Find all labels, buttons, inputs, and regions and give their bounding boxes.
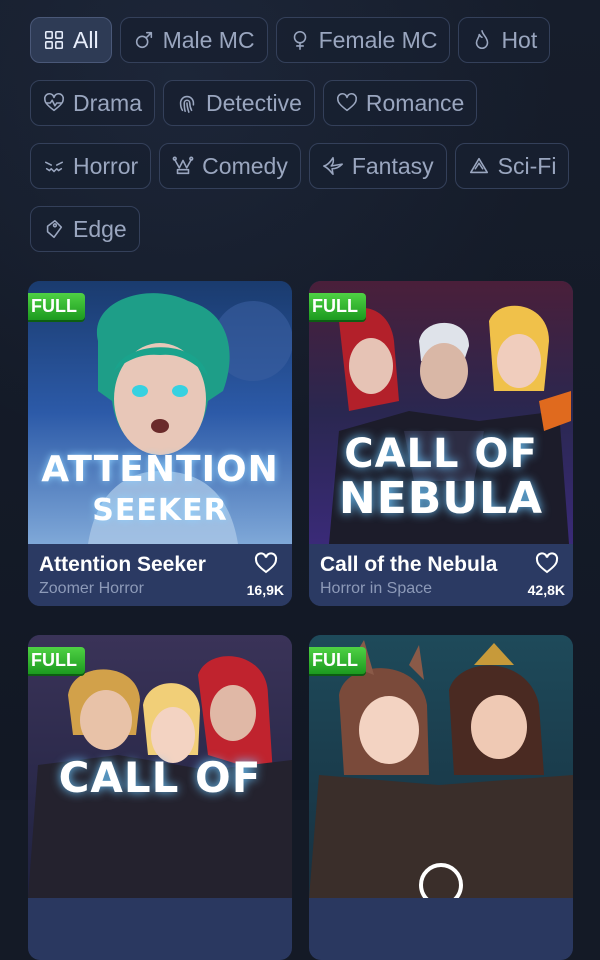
story-card[interactable]: CALL OF FULL (28, 635, 292, 960)
genre-chip-horror[interactable]: Horror (30, 143, 152, 189)
genre-chip-label: Edge (73, 215, 127, 242)
genre-chip-edge[interactable]: Edge (30, 206, 140, 252)
story-title: Call of the Nebula (320, 553, 498, 576)
genre-chip-male-mc[interactable]: Male MC (119, 17, 268, 63)
story-subtitle: Horror in Space (320, 580, 433, 597)
genre-chip-label: Drama (73, 89, 143, 116)
genre-chip-female-mc[interactable]: Female MC (275, 17, 451, 63)
cover-title-line2: SEEKER (92, 493, 228, 528)
story-subtitle: Zoomer Horror (39, 580, 144, 597)
story-card-info: Call of the Nebula Horror in Space 42,8K (309, 544, 573, 606)
genre-chip-hot[interactable]: Hot (458, 17, 551, 63)
genre-chip-label: Female MC (318, 26, 438, 53)
heart-icon[interactable] (254, 552, 278, 574)
genre-chip-label: All (73, 26, 99, 53)
story-grid: ATTENTION SEEKER FULL Attention Seeker Z… (28, 281, 573, 960)
male-icon (133, 29, 155, 51)
heartbeat-icon (43, 92, 65, 114)
female-icon (289, 29, 311, 51)
genre-chip-detective[interactable]: Detective (163, 80, 315, 126)
genre-chip-romance[interactable]: Romance (322, 80, 478, 126)
genre-chip-label: Comedy (202, 152, 288, 179)
story-card[interactable]: FULL (309, 635, 573, 960)
genre-chip-sci-fi[interactable]: Sci-Fi (454, 143, 570, 189)
likes-count: 16,9K (246, 582, 284, 598)
genre-chip-label: Horror (73, 152, 139, 179)
heart-icon[interactable] (535, 552, 559, 574)
flame-icon (471, 29, 493, 51)
story-card-attention-seeker[interactable]: ATTENTION SEEKER FULL Attention Seeker Z… (28, 281, 292, 606)
story-cover-image: CALL OF NEBULA (309, 281, 573, 544)
full-badge: FULL (28, 647, 85, 674)
genre-chip-label: Detective (206, 89, 302, 116)
grid-icon (43, 29, 65, 51)
full-badge: FULL (309, 647, 366, 674)
genre-chip-drama[interactable]: Drama (30, 80, 156, 126)
story-title: Attention Seeker (39, 553, 206, 576)
genre-chip-fantasy[interactable]: Fantasy (308, 143, 447, 189)
cover-title-line2: NEBULA (338, 473, 544, 524)
full-badge: FULL (309, 293, 366, 320)
story-card-call-of-the-nebula[interactable]: CALL OF NEBULA FULL Call of the Nebula H… (309, 281, 573, 606)
genre-chip-label: Sci-Fi (497, 152, 557, 179)
genre-chip-label: Romance (365, 89, 465, 116)
genre-chip-all[interactable]: All (30, 17, 112, 63)
full-badge: FULL (28, 293, 85, 320)
heart-icon (336, 92, 358, 114)
cover-title-line1: ATTENTION (41, 449, 279, 490)
genre-chip-comedy[interactable]: Comedy (159, 143, 301, 189)
cover-title-line1: CALL OF (344, 431, 538, 477)
likes-count: 42,8K (527, 582, 565, 598)
fingerprint-icon (176, 92, 198, 114)
story-cover-image (309, 635, 573, 898)
story-cover-image: CALL OF (28, 635, 292, 898)
cover-title-line1: CALL OF (58, 753, 262, 802)
genre-chip-label: Male MC (162, 26, 255, 53)
story-card-info: Attention Seeker Zoomer Horror 16,9K (28, 544, 292, 606)
evil-face-icon (43, 155, 65, 177)
genre-chip-label: Fantasy (351, 152, 434, 179)
tag-icon (43, 218, 65, 240)
jester-hat-icon (172, 155, 194, 177)
story-cover-image: ATTENTION SEEKER (28, 281, 292, 544)
genre-chip-label: Hot (501, 26, 538, 53)
genre-filter-bar: All Male MC Female MC Hot Drama Detectiv… (30, 17, 590, 252)
bird-icon (322, 155, 344, 177)
triangle-icon (468, 155, 490, 177)
